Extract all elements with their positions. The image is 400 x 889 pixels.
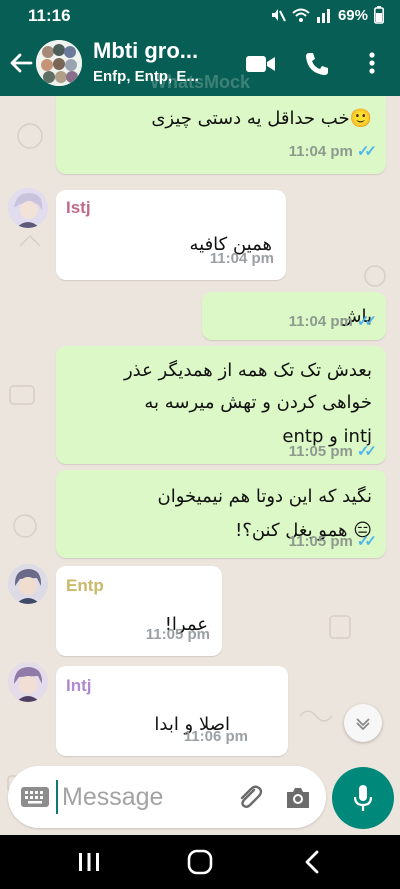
message-meta: 11:05 pm ✓✓ (288, 442, 377, 461)
message-meta: 11:04 pm (210, 250, 274, 267)
phone-icon[interactable] (302, 49, 332, 79)
message-bubble-outgoing[interactable]: باش 11:04 pm ✓✓ (202, 292, 386, 340)
sender-name: Entp (66, 576, 104, 595)
keyboard-icon[interactable] (20, 784, 50, 810)
signal-icon (316, 9, 330, 23)
recents-icon[interactable] (76, 850, 102, 874)
paperclip-icon[interactable] (234, 782, 264, 812)
message-text-line: خواهی کردن و تهش میرسه به (144, 392, 372, 413)
home-icon[interactable] (186, 849, 214, 875)
message-composer (8, 766, 326, 828)
message-time: 11:05 pm (288, 442, 353, 460)
group-avatar[interactable] (36, 40, 82, 86)
message-meta: 11:04 pm ✓✓ (288, 312, 377, 331)
message-bubble-incoming[interactable]: Entp عمرا! 11:05 pm (56, 566, 222, 656)
message-time: 11:04 pm (288, 312, 353, 330)
status-icons: 69% (270, 6, 384, 24)
message-bubble-outgoing[interactable]: نگید که این دوتا هم نیمیخوان 😑 همو بغل ک… (56, 470, 386, 558)
battery-percent: 69% (337, 6, 368, 24)
mic-icon (353, 785, 373, 811)
message-time: 11:04 pm (209, 250, 274, 267)
message-meta: 11:05 pm ✓✓ (288, 532, 377, 551)
chat-area[interactable]: 🙂خب حداقل یه دستی چیزی 11:04 pm ✓✓ Istj … (0, 96, 400, 835)
read-receipt-icon: ✓✓ (356, 443, 377, 460)
message-bubble-outgoing[interactable]: 🙂خب حداقل یه دستی چیزی 11:04 pm ✓✓ (56, 96, 386, 174)
mute-icon (271, 9, 286, 22)
read-receipt-icon: ✓✓ (356, 313, 377, 330)
message-meta: 11:06 pm (184, 728, 248, 745)
read-receipt-icon: ✓✓ (356, 143, 377, 160)
message-time: 11:05 pm (288, 532, 353, 550)
message-time: 11:04 pm (288, 142, 353, 160)
message-text-line: بعدش تک تک همه از همدیگر عذر (123, 360, 372, 381)
video-call-icon[interactable] (244, 50, 278, 78)
chevron-down-icon (356, 718, 370, 731)
text-cursor (56, 780, 58, 814)
message-text-line: نگید که این دوتا هم نیمیخوان (157, 486, 372, 507)
message-time: 11:05 pm (145, 626, 210, 643)
avatar[interactable] (8, 662, 48, 702)
back-nav-icon[interactable] (302, 849, 322, 875)
battery-icon (374, 6, 384, 24)
avatar[interactable] (8, 188, 48, 228)
sender-name: Istj (66, 198, 91, 217)
read-receipt-icon: ✓✓ (356, 533, 377, 550)
message-bubble-incoming[interactable]: Intj اصلا و ابدا 11:06 pm (56, 666, 288, 756)
camera-icon[interactable] (284, 785, 312, 811)
message-bubble-outgoing[interactable]: بعدش تک تک همه از همدیگر عذر خواهی کردن … (56, 346, 386, 464)
system-nav-bar (0, 835, 400, 889)
wifi-icon (292, 8, 310, 22)
message-input[interactable] (62, 777, 232, 817)
status-time: 11:16 (28, 6, 71, 25)
message-text: 🙂خب حداقل یه دستی چیزی (151, 108, 372, 129)
more-vert-icon[interactable] (360, 48, 384, 78)
avatar[interactable] (8, 564, 48, 604)
sender-name: Intj (66, 676, 92, 695)
group-title[interactable]: Mbti gro... (93, 38, 223, 64)
message-time: 11:06 pm (183, 728, 248, 745)
mic-button[interactable] (332, 767, 394, 829)
scroll-to-bottom-button[interactable] (344, 704, 382, 742)
message-bubble-incoming[interactable]: Istj همین کافیه 11:04 pm (56, 190, 286, 280)
back-arrow-icon[interactable] (6, 48, 36, 78)
message-meta: 11:05 pm (146, 626, 210, 643)
chat-header: Mbti gro... Enfp, Entp, E... WhatsMock (0, 32, 400, 96)
watermark: WhatsMock (150, 72, 251, 92)
status-bar: 11:16 69% (0, 0, 400, 32)
message-meta: 11:04 pm ✓✓ (288, 142, 377, 161)
